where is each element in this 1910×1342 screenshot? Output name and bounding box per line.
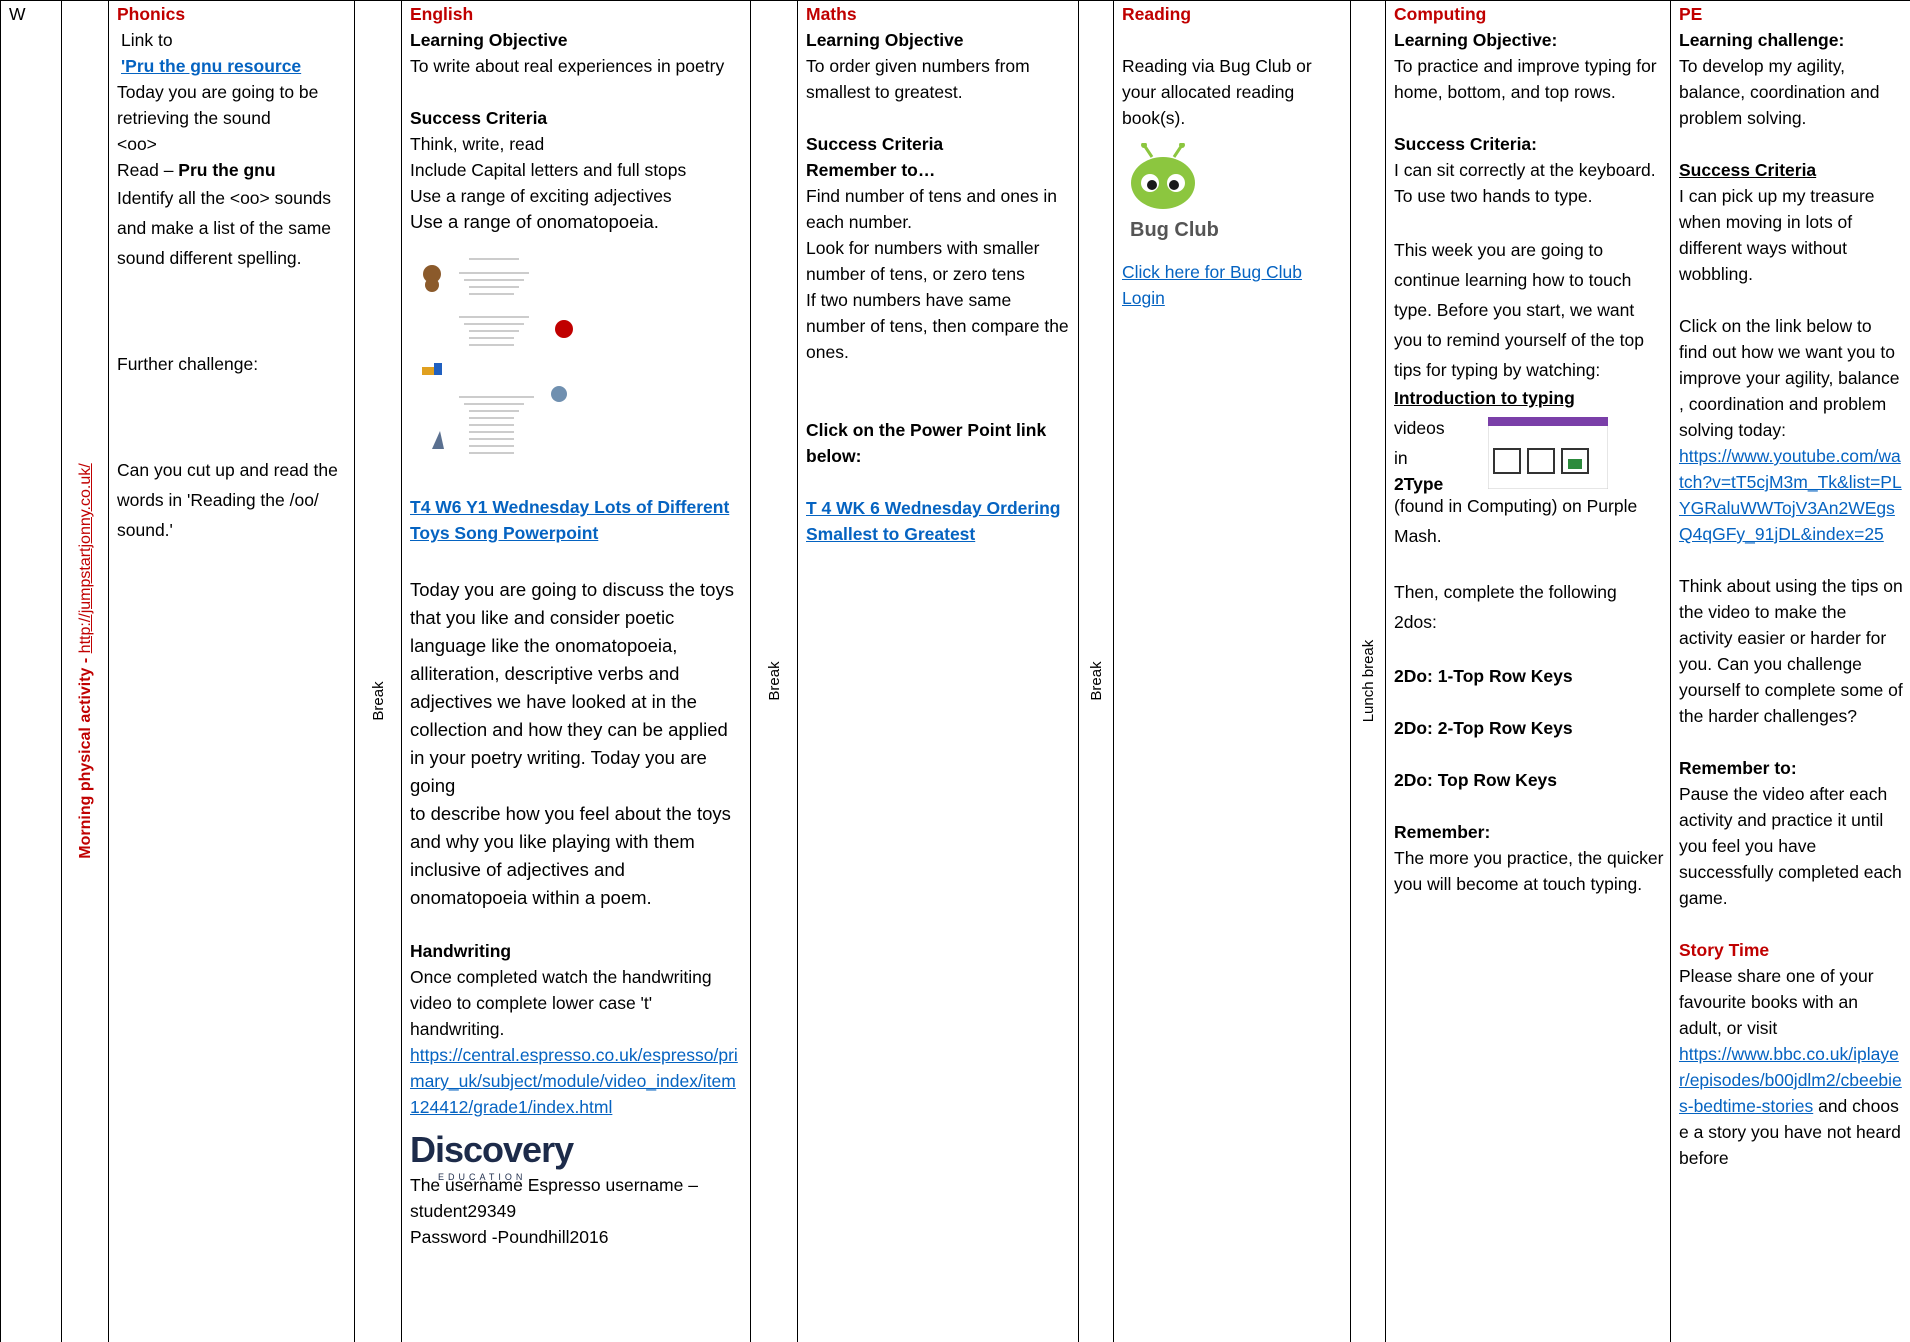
reading-cell: Reading Reading via Bug Club or your all… <box>1113 0 1351 1342</box>
discovery-education-logo: Discovery EDUCATION <box>410 1129 574 1183</box>
phonics-title: Phonics <box>117 4 186 24</box>
phonics-cell: Phonics Link to 'Pru the gnu resource To… <box>108 0 355 1342</box>
morning-activity-label: Morning physical activity - http://jumps… <box>77 463 94 859</box>
maths-title: Maths <box>806 4 857 24</box>
computing-title: Computing <box>1394 4 1487 24</box>
pe-cell: PE Learning challenge: To develop my agi… <box>1670 0 1910 1342</box>
break-label-2: Break <box>766 661 783 701</box>
2type-videos-thumbnail <box>1488 417 1608 489</box>
espresso-handwriting-link[interactable]: https://central.espresso.co.uk/espresso/… <box>410 1045 738 1117</box>
break-cell-1: Break <box>354 0 402 1342</box>
pe-title: PE <box>1679 4 1703 24</box>
poem-worksheet-image <box>414 249 744 486</box>
break-cell-3: Break <box>1078 0 1114 1342</box>
break-label-3: Break <box>1088 661 1105 701</box>
reading-title: Reading <box>1122 4 1192 24</box>
english-cell: English Learning Objective To write abou… <box>401 0 751 1342</box>
pru-resource-link[interactable]: 'Pru the gnu resource <box>121 56 301 76</box>
bug-club-logo: Bug Club <box>1122 143 1344 253</box>
english-title: English <box>410 4 474 24</box>
bug-club-login-link[interactable]: Click here for Bug Club Login <box>1122 262 1302 308</box>
lunch-break-label: Lunch break <box>1360 639 1377 723</box>
toys-powerpoint-link[interactable]: T4 W6 Y1 Wednesday Lots of Different Toy… <box>410 497 729 543</box>
day-cell: W <box>0 0 62 1342</box>
ordering-powerpoint-link[interactable]: T 4 WK 6 Wednesday Ordering Smallest to … <box>806 498 1060 544</box>
morning-activity-cell: Morning physical activity - http://jumps… <box>61 0 109 1342</box>
bug-club-bug-icon <box>1131 143 1195 209</box>
timetable: W Morning physical activity - http://jum… <box>0 0 1910 1342</box>
computing-cell: Computing Learning Objective: To practic… <box>1385 0 1671 1342</box>
lunch-break-cell: Lunch break <box>1350 0 1386 1342</box>
jumpstart-link[interactable]: http://jumpstartjonny.co.uk/ <box>77 463 94 653</box>
youtube-pe-link[interactable]: https://www.youtube.com/watch?v=tT5cjM3m… <box>1679 446 1902 544</box>
maths-cell: Maths Learning Objective To order given … <box>797 0 1079 1342</box>
break-cell-2: Break <box>750 0 798 1342</box>
break-label-1: Break <box>370 681 387 721</box>
